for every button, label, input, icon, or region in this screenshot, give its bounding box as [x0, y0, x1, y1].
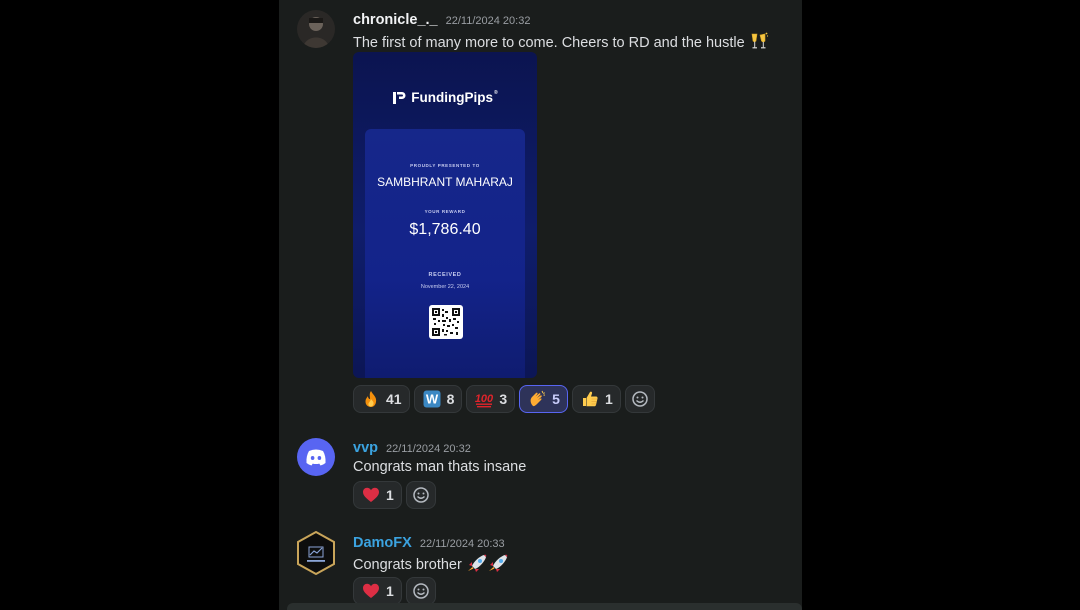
svg-text:W: W [425, 392, 438, 407]
letter-w-icon: W [422, 389, 442, 409]
message-text: Congrats man thats insane [353, 459, 527, 475]
timestamp: 22/11/2024 20:33 [419, 538, 505, 550]
brand-name: FundingPips [411, 90, 494, 105]
reaction-red-heart[interactable]: 1 [353, 481, 402, 509]
message-text: Congrats brother [353, 557, 462, 573]
thumbs-up-icon [580, 389, 600, 409]
avatar-vvp[interactable] [297, 438, 335, 476]
certificate-card: PROUDLY PRESENTED TO SAMBHRANT MAHARAJ Y… [365, 129, 525, 378]
reaction-count: 1 [386, 583, 394, 599]
received-label: RECEIVED [428, 272, 462, 278]
reaction-count: 41 [386, 391, 402, 407]
username[interactable]: DamoFX [353, 535, 412, 551]
message-text-row: Congrats brother [353, 553, 508, 577]
username[interactable]: vvp [353, 440, 378, 456]
reward-label: YOUR REWARD [424, 209, 466, 214]
svg-text:100: 100 [475, 393, 494, 405]
reactions-bar: 41 W 8 100 3 5 1 [353, 385, 655, 413]
reactions-bar: 1 [353, 577, 436, 605]
reactions-bar: 1 [353, 481, 436, 509]
reaction-count: 5 [552, 391, 560, 407]
add-reaction-button[interactable] [624, 385, 655, 413]
add-reaction-button[interactable] [405, 481, 436, 509]
fundingpips-logo-icon [393, 91, 406, 104]
message-chronicle: chronicle_._ 22/11/2024 20:32 The first … [279, 0, 802, 420]
timestamp: 22/11/2024 20:32 [386, 443, 471, 455]
message-text-row: Congrats man thats insane [353, 459, 526, 475]
reaction-count: 1 [604, 391, 613, 407]
fire-icon [361, 389, 381, 409]
add-reaction-button[interactable] [405, 577, 436, 605]
hexagon-logo-icon [297, 531, 335, 575]
presented-label: PROUDLY PRESENTED TO [410, 163, 480, 168]
fundingpips-logo: FundingPips ® [353, 90, 537, 105]
add-reaction-icon [632, 391, 648, 407]
message-text: The first of many more to come. Cheers t… [353, 35, 745, 51]
add-reaction-icon [413, 487, 429, 503]
avatar-damofx[interactable] [296, 531, 336, 575]
timestamp: 22/11/2024 20:32 [445, 15, 531, 27]
registered-mark: ® [494, 90, 498, 96]
reaction-count: 1 [386, 487, 394, 503]
qr-code [429, 305, 463, 339]
reaction-letter-w[interactable]: W 8 [413, 385, 463, 413]
reward-amount: $1,786.40 [409, 221, 481, 238]
reaction-thumbs-up[interactable]: 1 [571, 385, 621, 413]
red-heart-icon [361, 581, 381, 601]
received-date: November 22, 2024 [420, 284, 470, 290]
hundred-points-icon: 100 [474, 389, 494, 409]
avatar-chronicle[interactable] [297, 10, 335, 48]
add-reaction-icon [413, 583, 429, 599]
clapping-hands-icon [527, 389, 547, 409]
rocket-icon [466, 553, 508, 577]
reaction-count: 8 [446, 391, 455, 407]
reaction-fire[interactable]: 41 [353, 385, 410, 413]
message-input-edge[interactable] [287, 603, 802, 610]
chat-panel: chronicle_._ 22/11/2024 20:32 The first … [279, 0, 802, 610]
red-heart-icon [361, 485, 381, 505]
reaction-count: 3 [499, 391, 508, 407]
reaction-clapping-hands[interactable]: 5 [519, 385, 568, 413]
message-vvp: vvp 22/11/2024 20:32 Congrats man thats … [279, 430, 802, 520]
recipient-name: SAMBHRANT MAHARAJ [377, 175, 513, 189]
discord-icon [306, 449, 326, 466]
clinking-glasses-icon [749, 31, 769, 55]
username[interactable]: chronicle_._ [353, 12, 438, 28]
reward-certificate-image[interactable]: FundingPips ® PROUDLY PRESENTED TO SAMBH… [353, 52, 537, 378]
message-damofx: DamoFX 22/11/2024 20:33 Congrats brother [279, 526, 802, 610]
reaction-red-heart[interactable]: 1 [353, 577, 402, 605]
reaction-hundred-points[interactable]: 100 3 [466, 385, 516, 413]
